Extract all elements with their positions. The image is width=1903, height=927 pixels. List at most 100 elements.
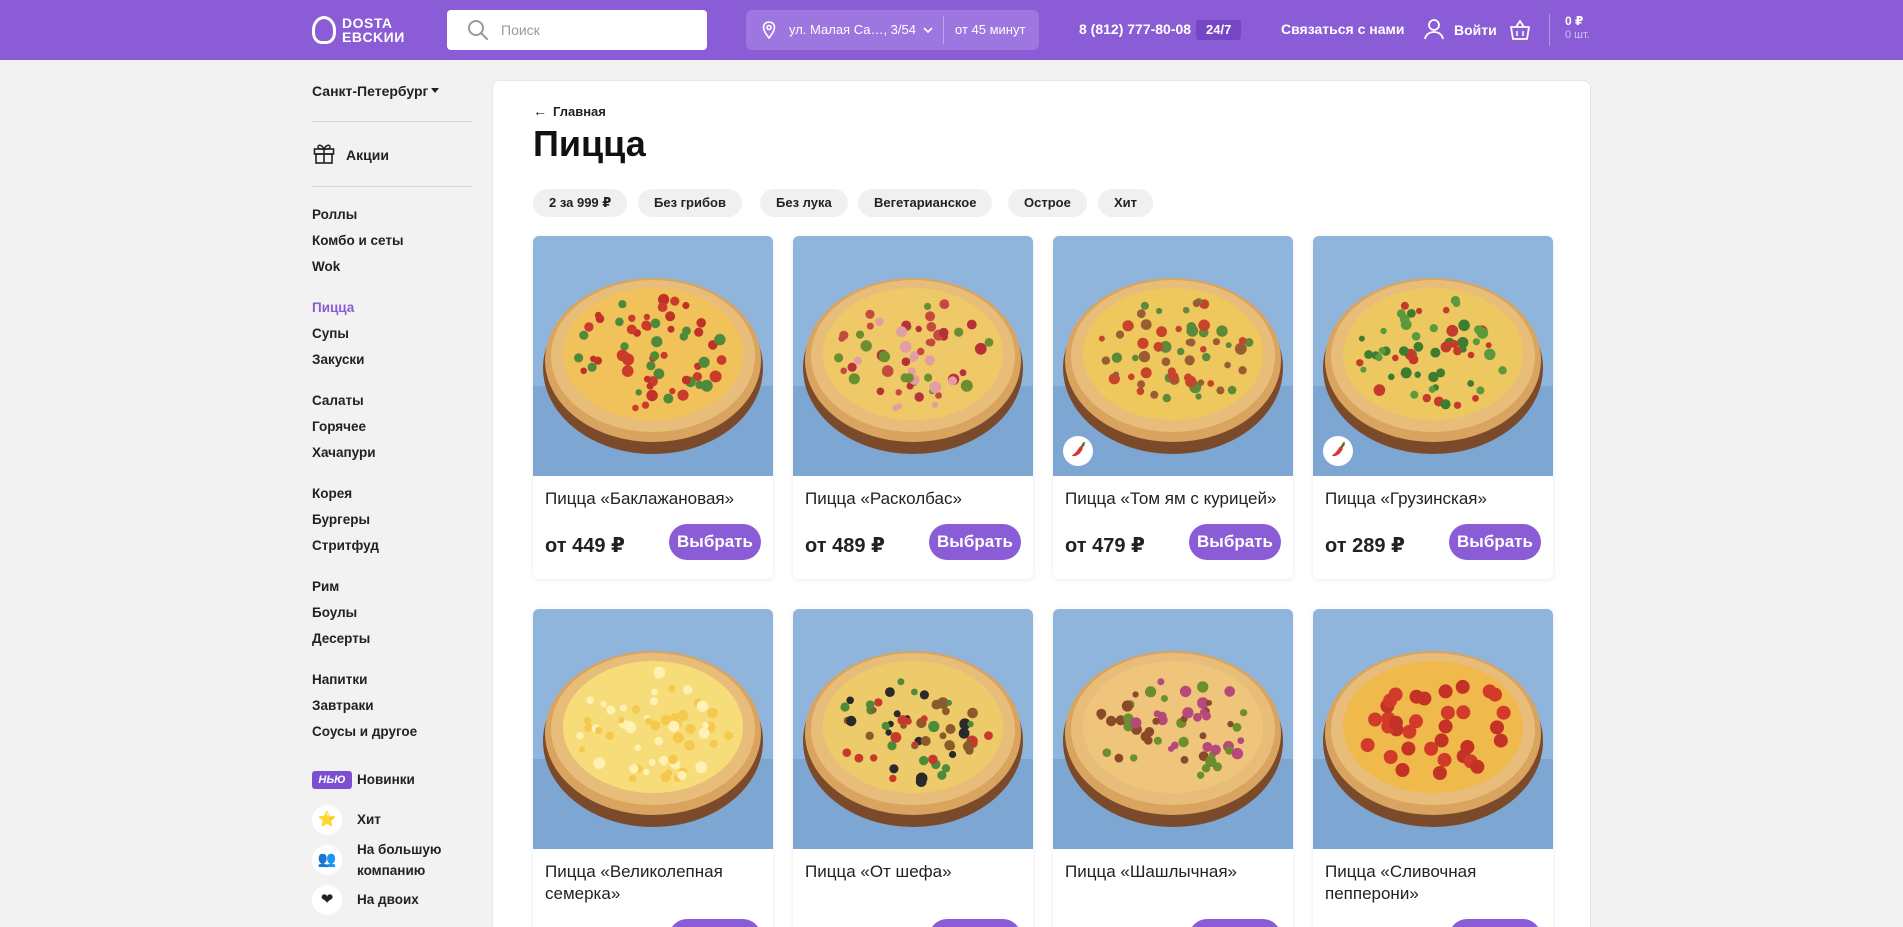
people-icon: 👥 (312, 845, 342, 875)
product-name: Пицца «Шашлычная» (1065, 862, 1237, 881)
city-selector[interactable]: Санкт-Петербург (312, 83, 428, 99)
user-icon[interactable] (1422, 17, 1446, 41)
choose-button[interactable]: Выбрать (1449, 919, 1541, 927)
product-price: от 449 ₽ (545, 535, 625, 557)
star-icon: ⭐ (312, 805, 342, 835)
filter-chip[interactable]: Без лука (760, 189, 848, 217)
product-name: Пицца «Том ям с курицей» (1065, 489, 1277, 508)
big-company-label-line1: На большую (357, 842, 442, 857)
logo[interactable]: DOSTA EBCKИИ (312, 14, 412, 46)
product-name: Пицца «Сливочная пепперони» (1325, 862, 1477, 903)
cart-total[interactable]: 0 ₽ (1565, 15, 1583, 28)
sidebar-item[interactable]: Роллы (312, 207, 357, 222)
product-name: Пицца «Великолепная семерка» (545, 862, 723, 903)
product-price: от 479 ₽ (1065, 535, 1145, 557)
product-card[interactable]: Пицца «От шефа» Выбрать (793, 609, 1033, 927)
chevron-down-icon (923, 27, 933, 34)
product-card[interactable]: Пицца «Шашлычная» Выбрать (1053, 609, 1293, 927)
caret-down-icon (431, 88, 439, 93)
sidebar-item[interactable]: Салаты (312, 393, 364, 408)
filter-chip[interactable]: Хит (1098, 189, 1154, 217)
logo-text-line1: DOSTA (342, 15, 393, 31)
top-header: DOSTA EBCKИИ ул. Малая Са…, 3/54 от 45 м… (0, 0, 1903, 60)
phone-link[interactable]: 8 (812) 777-80-08 (1079, 21, 1191, 37)
sidebar-item[interactable]: Пицца (312, 300, 354, 315)
catalog-panel: ← Главная Пицца 2 за 999 ₽ Без грибов Без л… (492, 80, 1591, 927)
sidebar-item-for-two[interactable]: На двоих (357, 889, 419, 910)
breadcrumb-label: Главная (553, 104, 606, 119)
product-name: Пицца «Расколбас» (805, 489, 962, 508)
product-card[interactable]: Пицца «Расколбас» от 489 ₽ Выбрать (793, 236, 1033, 579)
logo-text-line2: EBCKИИ (342, 29, 405, 45)
product-image[interactable] (533, 236, 773, 476)
product-price: от 489 ₽ (805, 535, 885, 557)
chili-pepper-icon (1063, 436, 1093, 466)
choose-button[interactable]: Выбрать (1189, 919, 1281, 927)
product-name: Пицца «От шефа» (805, 862, 952, 881)
product-card[interactable]: Пицца «Великолепная семерка» Выбрать (533, 609, 773, 927)
choose-button[interactable]: Выбрать (929, 919, 1021, 927)
sidebar-item[interactable]: Горячее (312, 419, 366, 434)
product-name: Пицца «Грузинская» (1325, 489, 1487, 508)
sidebar-item[interactable]: Боулы (312, 605, 357, 620)
product-image[interactable] (1053, 609, 1293, 849)
filter-chip[interactable]: 2 за 999 ₽ (533, 189, 628, 217)
contact-us-link[interactable]: Связаться с нами (1281, 21, 1404, 37)
sidebar-item[interactable]: Завтраки (312, 698, 374, 713)
divider (312, 121, 472, 122)
divider (1549, 14, 1550, 46)
sidebar-item[interactable]: Стритфуд (312, 538, 379, 553)
heart-icon: ❤ (312, 885, 342, 915)
new-badge: НЬЮ (312, 771, 352, 789)
product-image[interactable] (533, 609, 773, 849)
delivery-address-selector[interactable]: ул. Малая Са…, 3/54 от 45 минут (746, 10, 1039, 50)
location-pin-icon (762, 21, 776, 39)
product-name: Пицца «Баклажановая» (545, 489, 735, 508)
sidebar-item-promotions[interactable]: Акции (346, 147, 389, 163)
product-image[interactable] (793, 609, 1033, 849)
cart-icon[interactable] (1508, 18, 1532, 42)
search-icon (468, 20, 488, 40)
chili-pepper-icon (1323, 436, 1353, 466)
product-price: от 289 ₽ (1325, 535, 1405, 557)
sidebar-item[interactable]: Комбо и сеты (312, 233, 403, 248)
logo-mark (312, 16, 336, 44)
sidebar-item-big-company[interactable]: На большую компанию (357, 839, 441, 881)
sidebar-item[interactable]: Бургеры (312, 512, 370, 527)
choose-button[interactable]: Выбрать (669, 919, 761, 927)
choose-button[interactable]: Выбрать (929, 524, 1021, 560)
cart-item-count: 0 шт. (1565, 29, 1590, 41)
sidebar-item-hit[interactable]: Хит (357, 809, 381, 830)
sidebar-item-new[interactable]: Новинки (357, 769, 415, 790)
product-image[interactable] (1313, 609, 1553, 849)
sidebar-item[interactable]: Корея (312, 486, 352, 501)
choose-button[interactable]: Выбрать (669, 524, 761, 560)
sidebar-item[interactable]: Закуски (312, 352, 364, 367)
delivery-time: от 45 минут (955, 22, 1026, 37)
divider (943, 16, 944, 44)
breadcrumb-home-link[interactable]: ← Главная (533, 103, 606, 119)
choose-button[interactable]: Выбрать (1189, 524, 1281, 560)
sidebar-item[interactable]: Десерты (312, 631, 370, 646)
filter-chip[interactable]: Вегетарианское (858, 189, 993, 217)
search-box (447, 10, 707, 50)
product-card[interactable]: Пицца «Грузинская» от 289 ₽ Выбрать (1313, 236, 1553, 579)
sidebar-item[interactable]: Напитки (312, 672, 367, 687)
sidebar-item[interactable]: Супы (312, 326, 349, 341)
delivery-address: ул. Малая Са…, 3/54 (789, 22, 916, 37)
sidebar-item[interactable]: Рим (312, 579, 339, 594)
sidebar-item[interactable]: Соусы и другое (312, 724, 417, 739)
sidebar-item[interactable]: Хачапури (312, 445, 376, 460)
product-card[interactable]: Пицца «Баклажановая» от 449 ₽ Выбрать (533, 236, 773, 579)
filter-chip[interactable]: Острое (1008, 189, 1087, 217)
product-card[interactable]: Пицца «Том ям с курицей» от 479 ₽ Выбрать (1053, 236, 1293, 579)
search-input[interactable] (501, 10, 701, 50)
product-card[interactable]: Пицца «Сливочная пепперони» Выбрать (1313, 609, 1553, 927)
product-image[interactable] (793, 236, 1033, 476)
filter-chip[interactable]: Без грибов (638, 189, 742, 217)
login-link[interactable]: Войти (1454, 22, 1497, 38)
hours-badge: 24/7 (1196, 20, 1242, 40)
big-company-label-line2: компанию (357, 863, 426, 878)
choose-button[interactable]: Выбрать (1449, 524, 1541, 560)
sidebar-item[interactable]: Wok (312, 259, 340, 274)
